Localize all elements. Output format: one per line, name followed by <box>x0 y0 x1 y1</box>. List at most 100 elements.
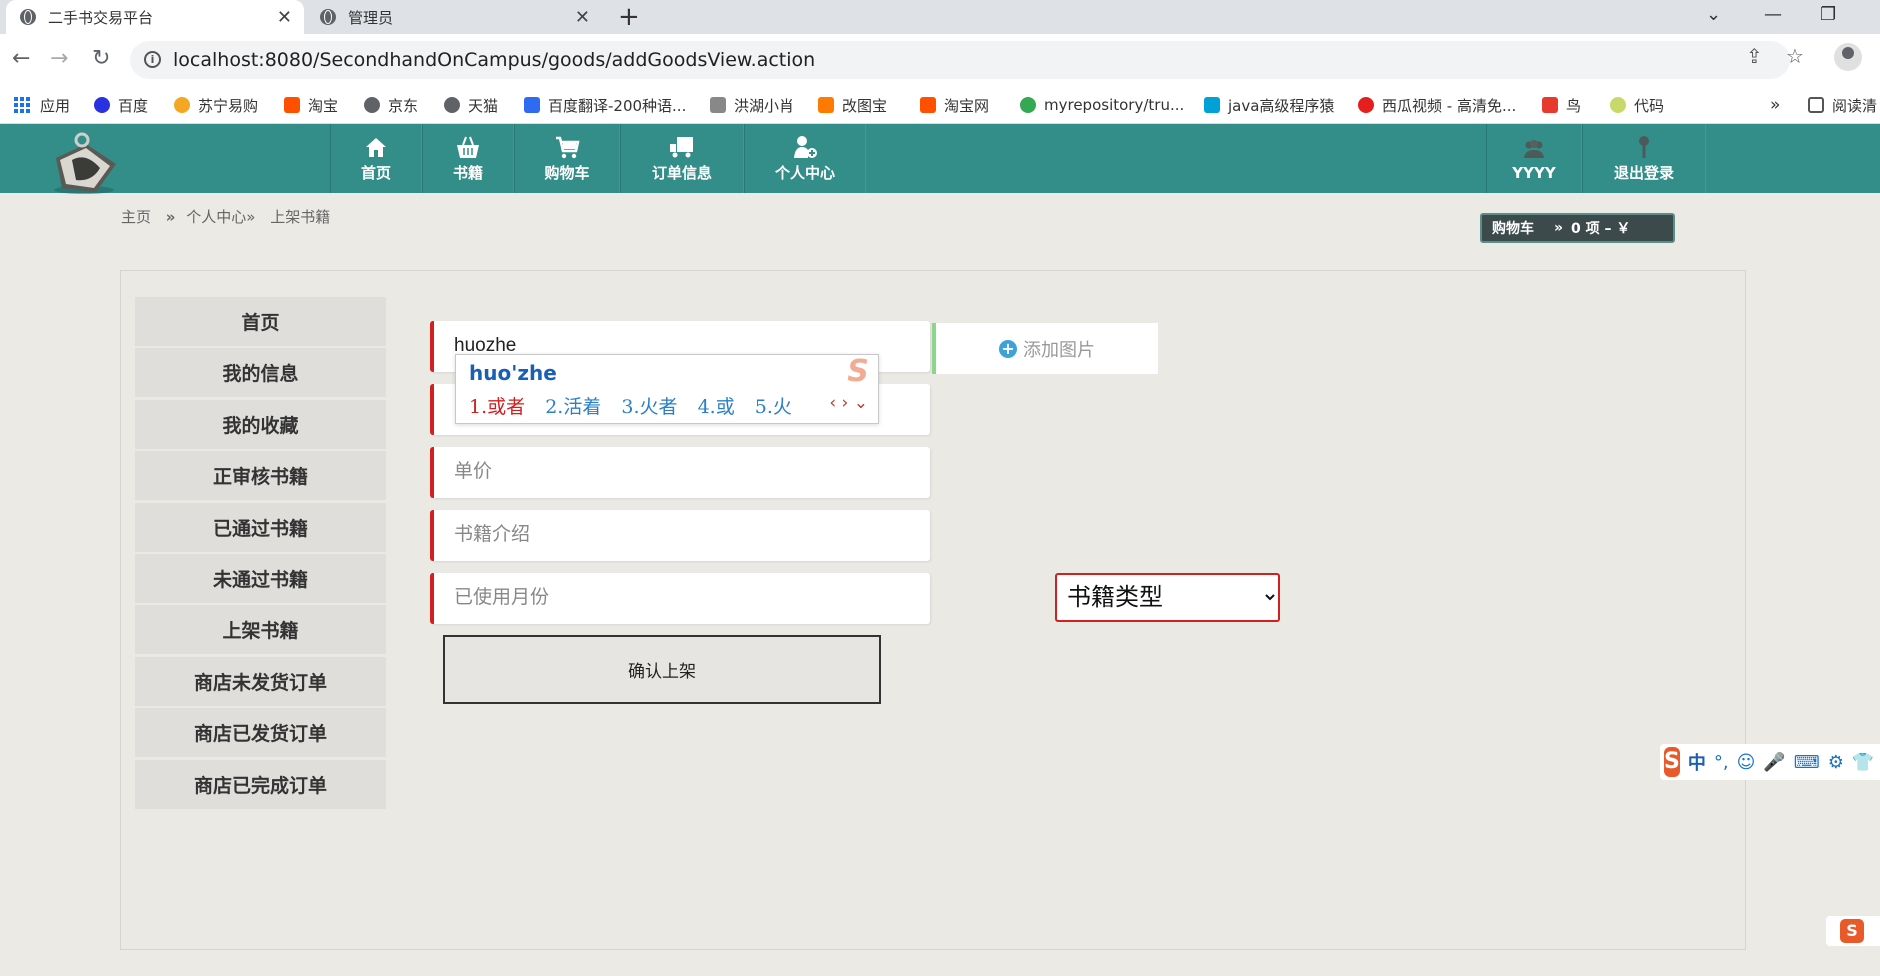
breadcrumb-home[interactable]: 主页 <box>121 208 151 226</box>
bilibili-icon <box>1204 97 1220 113</box>
intro-input[interactable] <box>454 520 914 550</box>
bookmark-item[interactable]: 改图宝 <box>818 86 887 124</box>
bookmark-item[interactable]: 代码 <box>1610 86 1664 124</box>
restore-icon[interactable]: ❐ <box>1820 4 1836 25</box>
minimize-icon[interactable]: — <box>1764 4 1782 25</box>
user-add-icon <box>794 136 817 158</box>
ime-candidate[interactable]: 4.或 <box>698 396 735 418</box>
sidebar-item-list-book[interactable]: 上架书籍 <box>135 605 386 655</box>
bird-icon <box>1542 97 1558 113</box>
ime-candidate[interactable]: 1.或者 <box>469 396 525 418</box>
microphone-icon[interactable]: 🎤 <box>1763 752 1785 773</box>
keyboard-icon[interactable]: ⌨ <box>1794 752 1820 773</box>
bookmark-item[interactable]: myrepository/tru... <box>1020 86 1184 124</box>
bookmark-item[interactable]: 西瓜视频 - 高清免... <box>1358 86 1516 124</box>
star-icon[interactable]: ☆ <box>1786 44 1804 68</box>
ime-candidate[interactable]: 3.火者 <box>621 396 677 418</box>
nav-cart[interactable]: 购物车 <box>514 124 620 193</box>
sidebar-item-approved-books[interactable]: 已通过书籍 <box>135 502 386 552</box>
globe-icon <box>364 97 380 113</box>
plus-circle-icon: + <box>999 339 1017 358</box>
bookmark-item[interactable]: 鸟 <box>1542 86 1581 124</box>
skin-shirt-icon[interactable]: 👕 <box>1852 752 1874 773</box>
price-input[interactable] <box>454 457 914 487</box>
close-icon[interactable]: ✕ <box>277 7 292 28</box>
add-image-button[interactable]: + 添加图片 <box>932 323 1158 374</box>
pin-icon <box>1639 136 1649 158</box>
cart-summary-text: 0 项 – ￥ <box>1571 221 1631 237</box>
chrome-icon <box>1020 97 1036 113</box>
url-text: localhost:8080/SecondhandOnCampus/goods/… <box>173 49 816 71</box>
ime-candidate[interactable]: 2.活着 <box>545 396 601 418</box>
nav-orders[interactable]: 订单信息 <box>620 124 744 193</box>
ime-status-bar: S 中 °, ☺ 🎤 ⌨ ⚙ 👕 <box>1660 744 1880 780</box>
sidebar-item-unshipped-orders[interactable]: 商店未发货订单 <box>135 656 386 706</box>
breadcrumb-current: 上架书籍 <box>270 208 331 226</box>
taobao-icon <box>284 97 300 113</box>
tab-search-chevron-icon[interactable]: ⌄ <box>1706 4 1721 25</box>
confirm-list-button[interactable]: 确认上架 <box>443 635 881 704</box>
nav-personal-center[interactable]: 个人中心 <box>744 124 866 193</box>
price-field[interactable] <box>430 447 930 498</box>
sidebar-item-completed-orders[interactable]: 商店已完成订单 <box>135 759 386 809</box>
sidebar-item-home[interactable]: 首页 <box>135 297 386 346</box>
sogou-logo-icon[interactable]: S <box>1664 747 1680 777</box>
intro-field[interactable] <box>430 510 930 561</box>
sidebar-item-reviewing-books[interactable]: 正审核书籍 <box>135 451 386 501</box>
tab-inactive[interactable]: 管理员 ✕ <box>306 0 602 34</box>
sidebar-item-my-info[interactable]: 我的信息 <box>135 348 386 398</box>
book-type-select[interactable]: 书籍类型 <box>1055 573 1280 622</box>
browser-toolbar: ← → ↻ i localhost:8080/SecondhandOnCampu… <box>0 34 1880 86</box>
globe-icon <box>320 9 336 25</box>
baidu-paw-icon <box>94 97 110 113</box>
bookmark-apps[interactable]: 应用 <box>14 86 70 124</box>
ime-mode-toggle[interactable]: 中 <box>1688 749 1706 775</box>
nav-home[interactable]: 首页 <box>330 124 422 193</box>
sidebar-menu: 首页 我的信息 我的收藏 正审核书籍 已通过书籍 未通过书籍 上架书籍 商店未发… <box>135 297 386 811</box>
globe-icon <box>20 9 36 25</box>
reading-list[interactable]: 阅读清 <box>1808 86 1877 124</box>
tab-title: 管理员 <box>348 8 394 27</box>
bookmark-item[interactable]: 天猫 <box>444 86 498 124</box>
breadcrumb-personal-center[interactable]: 个人中心» <box>186 208 255 226</box>
bookmark-item[interactable]: 淘宝网 <box>920 86 989 124</box>
reload-icon[interactable]: ↻ <box>92 46 110 71</box>
new-tab-icon[interactable]: + <box>618 2 640 32</box>
sidebar-item-favorites[interactable]: 我的收藏 <box>135 399 386 449</box>
back-arrow-icon[interactable]: ← <box>12 46 30 71</box>
add-image-label: 添加图片 <box>1023 339 1095 361</box>
bookmark-item[interactable]: 百度 <box>94 86 148 124</box>
bookmark-item[interactable]: 洪湖小肖 <box>710 86 794 124</box>
nav-logout[interactable]: 退出登录 <box>1582 124 1706 193</box>
address-bar[interactable]: i localhost:8080/SecondhandOnCampus/good… <box>130 41 1790 79</box>
bookmark-item[interactable]: 百度翻译-200种语... <box>524 86 686 124</box>
sogou-logo-icon: S <box>847 354 869 389</box>
bookmark-item[interactable]: java高级程序猿 <box>1204 86 1334 124</box>
sidebar-item-shipped-orders[interactable]: 商店已发货订单 <box>135 708 386 758</box>
bookmark-item[interactable]: 京东 <box>364 86 418 124</box>
bookmarks-overflow-icon[interactable]: » <box>1770 86 1780 124</box>
info-icon[interactable]: i <box>144 51 161 68</box>
site-logo[interactable] <box>42 130 126 196</box>
profile-avatar-icon[interactable] <box>1834 43 1862 71</box>
ime-punctuation-toggle[interactable]: °, <box>1714 752 1729 773</box>
close-icon[interactable]: ✕ <box>575 7 590 28</box>
used-months-field[interactable] <box>430 573 930 624</box>
bookmark-item[interactable]: 苏宁易购 <box>174 86 258 124</box>
nav-user[interactable]: YYYY <box>1486 124 1582 193</box>
bookmark-item[interactable]: 淘宝 <box>284 86 338 124</box>
ime-candidate[interactable]: 5.火 <box>755 396 792 418</box>
suning-icon <box>174 97 190 113</box>
ime-page-arrows-icon[interactable]: ‹ › ⌄ <box>829 393 868 413</box>
used-months-input[interactable] <box>454 583 914 613</box>
share-icon[interactable]: ⇪ <box>1746 44 1763 68</box>
sogou-logo-icon[interactable]: S <box>1840 919 1864 943</box>
cart-summary[interactable]: 购物车 » 0 项 – ￥ <box>1480 213 1675 243</box>
globe-icon <box>444 97 460 113</box>
nav-books[interactable]: 书籍 <box>422 124 514 193</box>
sidebar-item-rejected-books[interactable]: 未通过书籍 <box>135 553 386 603</box>
forward-arrow-icon[interactable]: → <box>50 46 68 71</box>
toolbox-icon[interactable]: ⚙ <box>1828 752 1844 773</box>
tab-active[interactable]: 二手书交易平台 ✕ <box>6 0 304 34</box>
emoji-icon[interactable]: ☺ <box>1737 752 1756 773</box>
